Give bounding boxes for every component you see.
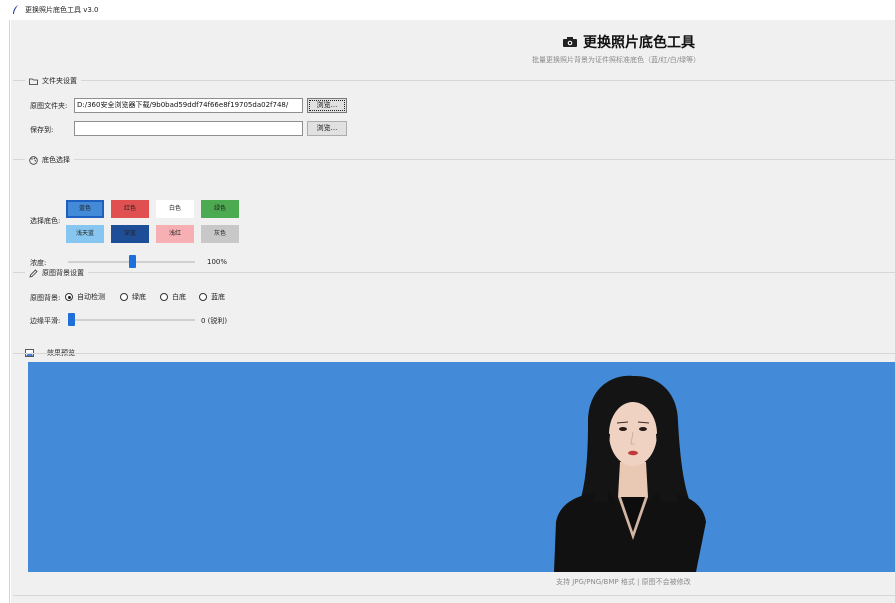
intensity-label: 浓度: — [30, 259, 47, 267]
window-title: 更换照片底色工具 v3.0 — [25, 6, 99, 14]
original-background-field-label: 原图背景: — [30, 294, 61, 302]
color-selection-title: 底色选择 — [25, 155, 74, 165]
window-title-bar: 更换照片底色工具 v3.0 — [0, 0, 895, 20]
original-background-label: 原图背景设置 — [42, 269, 84, 277]
save-folder-label: 保存到: — [30, 126, 54, 134]
edge-smooth-slider[interactable] — [68, 319, 195, 321]
browse-source-button[interactable]: 浏览... — [307, 98, 347, 113]
palette-icon — [29, 155, 38, 165]
radio-green-bg-indicator[interactable] — [120, 293, 128, 301]
window-left-border — [0, 20, 10, 603]
radio-white-bg[interactable]: 白底 — [160, 292, 186, 302]
radio-auto-detect-indicator[interactable] — [65, 293, 73, 301]
radio-blue-bg-indicator[interactable] — [199, 293, 207, 301]
intensity-slider-handle[interactable] — [128, 255, 136, 268]
source-folder-label: 原图文件夹: — [30, 102, 68, 110]
radio-blue-bg-label: 蓝底 — [211, 293, 225, 301]
client-area: 更换照片底色工具 批量更换照片背景为证件照标准底色（蓝/红/白/绿等） 文件夹设… — [11, 20, 895, 603]
choose-color-label: 选择底色: — [30, 217, 61, 225]
source-folder-input[interactable]: D:/360安全浏览器下载/9b0bad59ddf74f66e8f19705da… — [74, 98, 303, 113]
swatch-white[interactable]: 白色 — [156, 200, 194, 218]
original-background-group: 原图背景设置 原图背景: 自动检测 绿底 白底 蓝底 边缘平滑: 0 (锐利) — [13, 268, 895, 342]
swatch-blue[interactable]: 蓝色 — [66, 200, 104, 218]
app-title: 更换照片底色工具 — [583, 35, 695, 51]
app-header: 更换照片底色工具 — [563, 32, 695, 52]
folder-icon — [29, 78, 38, 85]
main-window: 更换照片底色工具 批量更换照片背景为证件照标准底色（蓝/红/白/绿等） 文件夹设… — [0, 20, 895, 603]
radio-green-bg[interactable]: 绿底 — [120, 292, 146, 302]
swatch-gray[interactable]: 灰色 — [201, 225, 239, 243]
feather-app-icon — [13, 5, 18, 14]
preview-divider — [13, 353, 895, 354]
radio-white-bg-indicator[interactable] — [160, 293, 168, 301]
bottom-divider — [13, 595, 895, 596]
app-subtitle: 批量更换照片背景为证件照标准底色（蓝/红/白/绿等） — [532, 56, 701, 64]
intensity-value: 100% — [207, 258, 228, 266]
folder-settings-label: 文件夹设置 — [42, 77, 77, 85]
preview-image — [28, 362, 895, 572]
color-selection-group: 底色选择 选择底色: 蓝色 红色 白色 绿色 浅天蓝 深蓝 浅红 灰色 浓度: … — [13, 155, 895, 268]
color-selection-label: 底色选择 — [42, 156, 70, 164]
swatch-light-sky-blue[interactable]: 浅天蓝 — [66, 225, 104, 243]
edge-smooth-value: 0 (锐利) — [201, 317, 228, 325]
radio-auto-detect[interactable]: 自动检测 — [65, 292, 105, 302]
preview-caption: 支持 JPG/PNG/BMP 格式 | 原图不会被修改 — [556, 578, 691, 586]
radio-green-bg-label: 绿底 — [132, 293, 146, 301]
swatch-red[interactable]: 红色 — [111, 200, 149, 218]
folder-settings-title: 文件夹设置 — [25, 76, 81, 86]
folder-settings-group: 文件夹设置 原图文件夹: D:/360安全浏览器下载/9b0bad59ddf74… — [13, 76, 895, 148]
camera-icon — [563, 37, 577, 47]
edge-smooth-label: 边缘平滑: — [30, 317, 61, 325]
radio-white-bg-label: 白底 — [172, 293, 186, 301]
original-background-title: 原图背景设置 — [25, 268, 88, 278]
save-folder-input[interactable] — [74, 121, 303, 136]
browse-save-button[interactable]: 浏览... — [307, 121, 347, 136]
swatch-dark-blue[interactable]: 深蓝 — [111, 225, 149, 243]
swatch-green[interactable]: 绿色 — [201, 200, 239, 218]
radio-auto-detect-label: 自动检测 — [77, 293, 105, 301]
radio-blue-bg[interactable]: 蓝底 — [199, 292, 225, 302]
portrait-photo — [554, 375, 706, 572]
pencil-icon — [29, 268, 38, 278]
edge-smooth-slider-handle[interactable] — [68, 313, 75, 326]
swatch-light-red[interactable]: 浅红 — [156, 225, 194, 243]
